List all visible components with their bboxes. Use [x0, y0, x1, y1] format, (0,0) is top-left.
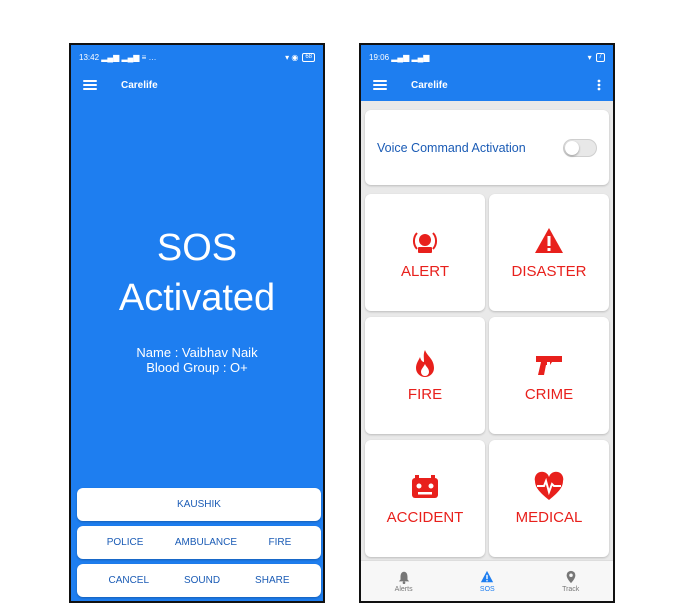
accident-tile[interactable]: ACCIDENT [365, 440, 485, 557]
sos-line-1: SOS [156, 227, 238, 269]
menu-icon[interactable] [373, 80, 387, 90]
app-bar: Carelife [361, 69, 613, 101]
status-time: 19:06 [369, 52, 390, 62]
nav-sos[interactable]: SOS [480, 570, 495, 593]
sos-activated-screen: 13:42 ▂▄▆ ▂▄▆ ≡ … ▾ ◉ 68 Carelife SOS Ac… [69, 43, 325, 603]
alert-label: ALERT [400, 263, 450, 280]
heart-pulse-icon [534, 471, 564, 500]
app-title: Carelife [411, 79, 448, 91]
status-time: 13:42 [79, 52, 100, 62]
fire-label: FIRE [407, 386, 443, 403]
nav-alerts-label: Alerts [394, 585, 413, 593]
sos-line-2: Activated [118, 277, 276, 319]
app-bar: Carelife [71, 69, 323, 101]
fire-button[interactable]: FIRE [268, 537, 291, 548]
nav-sos-label: SOS [479, 585, 495, 593]
share-button[interactable]: SHARE [255, 575, 289, 586]
actions-row: CANCEL SOUND SHARE [77, 564, 321, 597]
more-vert-icon[interactable] [597, 79, 601, 91]
user-info: Name : Vaibhav Naik Blood Group : O+ [71, 345, 323, 375]
battery-icon: 7 [595, 52, 605, 62]
wifi-icon: ▾ [587, 52, 592, 62]
medical-label: MEDICAL [515, 509, 583, 526]
fire-tile[interactable]: FIRE [365, 317, 485, 434]
sos-status-title: SOS Activated [71, 223, 323, 323]
status-bar: 19:06 ▂▄▆ ▂▄▆ ▾ 7 [361, 45, 613, 69]
police-button[interactable]: POLICE [107, 537, 144, 548]
nav-track[interactable]: Track [562, 570, 579, 593]
fire-icon [416, 350, 434, 377]
ambulance-button[interactable]: AMBULANCE [175, 537, 237, 548]
warning-icon [481, 570, 494, 582]
disaster-label: DISASTER [511, 263, 587, 280]
disaster-tile[interactable]: DISASTER [489, 194, 609, 311]
contact-label: KAUSHIK [177, 499, 221, 510]
cancel-button[interactable]: CANCEL [108, 575, 149, 586]
car-crash-icon [412, 475, 438, 498]
accident-label: ACCIDENT [386, 509, 464, 526]
bell-icon [398, 571, 409, 584]
voice-command-label: Voice Command Activation [377, 140, 526, 155]
bottom-navigation: Alerts SOS Track [361, 560, 613, 601]
services-row: POLICE AMBULANCE FIRE [77, 526, 321, 559]
user-name: Name : Vaibhav Naik [136, 345, 258, 360]
app-title: Carelife [121, 79, 158, 91]
location-icon: ▾ ◉ [285, 52, 299, 62]
battery-icon: 68 [302, 52, 315, 62]
menu-icon[interactable] [83, 80, 97, 90]
signal-icons: ▂▄▆ ▂▄▆ [391, 52, 430, 62]
location-pin-icon [566, 570, 576, 583]
header: 19:06 ▂▄▆ ▂▄▆ ▾ 7 Carelife [361, 45, 613, 101]
blood-group: Blood Group : O+ [146, 360, 248, 375]
contact-button[interactable]: KAUSHIK [77, 488, 321, 521]
nav-track-label: Track [562, 585, 580, 593]
warning-icon [535, 228, 563, 253]
alert-tile[interactable]: ALERT [365, 194, 485, 311]
crime-tile[interactable]: CRIME [489, 317, 609, 434]
alarm-icon [413, 232, 437, 253]
nav-alerts[interactable]: Alerts [395, 570, 413, 593]
gun-icon [536, 356, 562, 375]
app-bar-left: Carelife [373, 80, 448, 91]
medical-tile[interactable]: MEDICAL [489, 440, 609, 557]
voice-command-toggle[interactable] [563, 138, 597, 157]
crime-label: CRIME [524, 386, 574, 403]
signal-icons: ▂▄▆ ▂▄▆ ≡ … [101, 52, 157, 62]
sound-button[interactable]: SOUND [184, 575, 220, 586]
voice-command-card: Voice Command Activation [365, 110, 609, 185]
status-bar: 13:42 ▂▄▆ ▂▄▆ ≡ … ▾ ◉ 68 [71, 45, 323, 69]
sos-dashboard-screen: 19:06 ▂▄▆ ▂▄▆ ▾ 7 Carelife Voice Command… [359, 43, 615, 603]
